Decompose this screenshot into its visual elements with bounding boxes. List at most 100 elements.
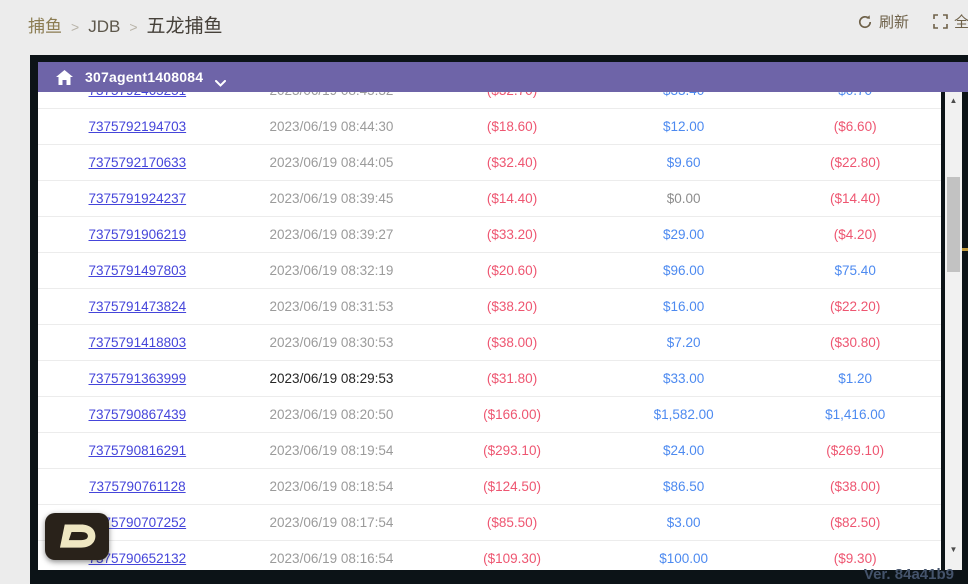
- agent-bar: 307agent1408084: [38, 62, 968, 92]
- bet-amount-cell: ($33.20): [426, 227, 598, 242]
- refresh-icon: [857, 14, 873, 30]
- table-row: 7375792194703 2023/06/19 08:44:30($18.60)…: [38, 109, 941, 145]
- net-amount-cell: ($22.20): [769, 299, 941, 314]
- win-amount-cell: $33.40: [598, 92, 770, 98]
- bet-amount-cell: ($166.00): [426, 407, 598, 422]
- return-icon: [56, 519, 98, 554]
- round-id-cell: 7375791473824: [38, 299, 237, 314]
- win-amount-cell: $24.00: [598, 443, 770, 458]
- net-amount-cell: ($30.80): [769, 335, 941, 350]
- time-cell: 2023/06/19 08:39:45: [237, 191, 427, 206]
- breadcrumb-separator: >: [71, 19, 79, 35]
- fullscreen-icon: [933, 14, 948, 29]
- net-amount-cell: ($82.50): [769, 515, 941, 530]
- round-id-link[interactable]: 7375792465251: [89, 92, 187, 98]
- win-amount-cell: $29.00: [598, 227, 770, 242]
- round-id-cell: 7375792170633: [38, 155, 237, 170]
- scrollbar-thumb[interactable]: [947, 177, 960, 272]
- net-amount-cell: $75.40: [769, 263, 941, 278]
- round-id-cell: 7375791363999: [38, 371, 237, 386]
- time-cell: 2023/06/19 08:44:30: [237, 119, 427, 134]
- time-cell: 2023/06/19 08:16:54: [237, 551, 427, 566]
- version-label: Ver. 84a41b9: [864, 566, 954, 583]
- return-button[interactable]: [45, 513, 109, 560]
- table-body: 7375792465251 2023/06/19 08:45:32($32.70)…: [38, 92, 941, 570]
- breadcrumb-item-jdb[interactable]: JDB: [88, 17, 120, 37]
- time-cell: 2023/06/19 08:32:19: [237, 263, 427, 278]
- round-id-link[interactable]: 7375790867439: [89, 407, 187, 422]
- scroll-down-icon[interactable]: ▼: [945, 541, 962, 557]
- time-cell: 2023/06/19 08:45:32: [237, 92, 427, 98]
- agent-dropdown[interactable]: 307agent1408084: [85, 69, 226, 85]
- bet-amount-cell: ($18.60): [426, 119, 598, 134]
- time-cell: 2023/06/19 08:29:53: [237, 371, 427, 386]
- time-cell: 2023/06/19 08:19:54: [237, 443, 427, 458]
- round-id-link[interactable]: 7375790816291: [89, 443, 187, 458]
- table-row: 73757906521322023/06/19 08:16:54($109.30…: [38, 541, 941, 570]
- home-icon[interactable]: [56, 70, 73, 85]
- round-id-cell: 7375791906219: [38, 227, 237, 242]
- win-amount-cell: $12.00: [598, 119, 770, 134]
- round-id-link[interactable]: 7375790761128: [89, 479, 186, 494]
- breadcrumb-item-fishing[interactable]: 捕鱼: [28, 12, 62, 37]
- win-amount-cell: $1,582.00: [598, 407, 770, 422]
- bet-amount-cell: ($20.60): [426, 263, 598, 278]
- table-row: 7375791924237 2023/06/19 08:39:45 ($14.40)…: [38, 181, 941, 217]
- fullscreen-button[interactable]: 全屏: [933, 11, 968, 32]
- bet-amount-cell: ($85.50): [426, 515, 598, 530]
- time-cell: 2023/06/19 08:20:50: [237, 407, 427, 422]
- round-id-cell: 7375790867439: [38, 407, 237, 422]
- scroll-up-icon[interactable]: ▲: [945, 92, 962, 108]
- bet-amount-cell: ($109.30): [426, 551, 598, 566]
- table-row: 73757908162912023/06/19 08:19:54($293.10…: [38, 433, 941, 469]
- game-panel: 307agent1408084 7375792465251 2023/06/19 …: [30, 55, 968, 584]
- win-amount-cell: $7.20: [598, 335, 770, 350]
- net-amount-cell: ($14.40): [769, 191, 941, 206]
- round-id-link[interactable]: 7375792170633: [89, 155, 187, 170]
- round-id-cell: 7375791924237: [38, 191, 237, 206]
- time-cell: 2023/06/19 08:44:05: [237, 155, 427, 170]
- time-cell: 2023/06/19 08:31:53: [237, 299, 427, 314]
- net-amount-cell: ($6.60): [769, 119, 941, 134]
- round-id-link[interactable]: 7375791363999: [89, 371, 187, 386]
- round-id-link[interactable]: 7375791473824: [89, 299, 187, 314]
- bet-amount-cell: ($124.50): [426, 479, 598, 494]
- scrollbar[interactable]: ▲ ▼: [945, 92, 962, 570]
- table-row: 7375791418803 2023/06/19 08:30:53($38.00)…: [38, 325, 941, 361]
- table-row: 73757919062192023/06/19 08:39:27($33.20)…: [38, 217, 941, 253]
- panel-edge-marker: [962, 248, 968, 251]
- bet-amount-cell: ($38.00): [426, 335, 598, 350]
- breadcrumb: 捕鱼 > JDB > 五龙捕鱼: [28, 11, 223, 38]
- round-id-cell: 7375791497803: [38, 263, 237, 278]
- time-cell: 2023/06/19 08:30:53: [237, 335, 427, 350]
- bet-amount-cell: ($38.20): [426, 299, 598, 314]
- net-amount-cell: ($9.30): [769, 551, 941, 566]
- net-amount-cell: $0.70: [769, 92, 941, 98]
- win-amount-cell: $0.00: [598, 191, 770, 206]
- net-amount-cell: $1.20: [769, 371, 941, 386]
- chevron-down-icon: [215, 74, 226, 81]
- win-amount-cell: $33.00: [598, 371, 770, 386]
- win-amount-cell: $96.00: [598, 263, 770, 278]
- time-cell: 2023/06/19 08:18:54: [237, 479, 427, 494]
- round-id-link[interactable]: 7375791924237: [89, 191, 187, 206]
- win-amount-cell: $9.60: [598, 155, 770, 170]
- refresh-button[interactable]: 刷新: [857, 11, 909, 32]
- refresh-label: 刷新: [879, 11, 909, 32]
- agent-name-label: 307agent1408084: [85, 69, 203, 85]
- table-row: 7375791497803 2023/06/19 08:32:19($20.60)…: [38, 253, 941, 289]
- bet-amount-cell: ($32.40): [426, 155, 598, 170]
- net-amount-cell: ($22.80): [769, 155, 941, 170]
- round-id-link[interactable]: 7375791906219: [89, 227, 187, 242]
- round-id-cell: 7375791418803: [38, 335, 237, 350]
- net-amount-cell: ($38.00): [769, 479, 941, 494]
- round-id-link[interactable]: 7375791418803: [89, 335, 187, 350]
- table-row: 7375791363999 2023/06/19 08:29:53($31.80)…: [38, 361, 941, 397]
- round-id-link[interactable]: 7375791497803: [89, 263, 187, 278]
- bet-amount-cell: ($32.70): [426, 92, 598, 98]
- round-id-cell: 7375790761128: [38, 479, 237, 494]
- win-amount-cell: $3.00: [598, 515, 770, 530]
- bet-amount-cell: ($31.80): [426, 371, 598, 386]
- round-id-link[interactable]: 7375792194703: [89, 119, 187, 134]
- table-row: 73757907072522023/06/19 08:17:54($85.50)…: [38, 505, 941, 541]
